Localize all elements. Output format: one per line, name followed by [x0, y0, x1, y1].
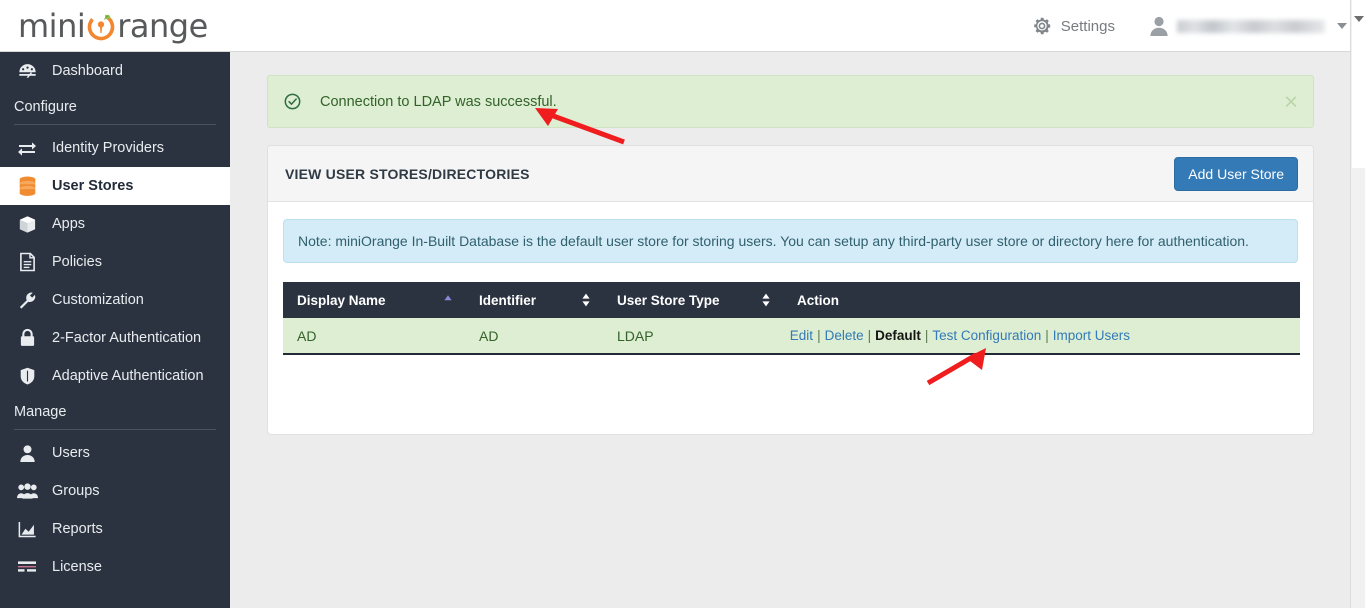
scrollbar-thumb[interactable] [1352, 0, 1365, 168]
sidebar-item-license[interactable]: License [0, 548, 230, 586]
sidebar-item-reports[interactable]: Reports [0, 510, 230, 548]
edit-link[interactable]: Edit [790, 328, 813, 343]
settings-button[interactable]: Settings [1032, 16, 1115, 36]
column-label: User Store Type [617, 293, 720, 308]
action-separator: | [817, 328, 821, 343]
sidebar-item-label: Groups [52, 483, 100, 499]
sidebar-item-groups[interactable]: Groups [0, 472, 230, 510]
sidebar-item-label: Adaptive Authentication [52, 368, 204, 384]
sidebar-section-label: Manage [14, 404, 66, 420]
sort-both-icon[interactable] [581, 293, 591, 307]
column-label: Display Name [297, 293, 386, 308]
sidebar-item-label: Users [52, 445, 90, 461]
user-icon [14, 444, 40, 463]
page-scrollbar[interactable] [1350, 0, 1365, 608]
success-alert-message: Connection to LDAP was successful. [320, 94, 557, 110]
row-action-links: Edit | Delete | Default | Test Configura… [797, 328, 1300, 343]
top-header-bar: mini range Settings [0, 0, 1365, 52]
page-title: VIEW USER STORES/DIRECTORIES [285, 166, 530, 182]
sidebar-section-manage: Manage [0, 395, 230, 429]
document-icon [14, 252, 40, 272]
sidebar-item-label: Dashboard [52, 63, 123, 79]
shield-icon [14, 366, 40, 386]
database-icon [14, 176, 40, 197]
cell-identifier: AD [465, 318, 603, 354]
action-separator: | [868, 328, 872, 343]
sidebar-divider-configure [14, 124, 216, 125]
sidebar-item-policies[interactable]: Policies [0, 243, 230, 281]
table-row: AD AD LDAP Edit | Delete | Default | [283, 318, 1300, 354]
test-configuration-link[interactable]: Test Configuration [932, 328, 1041, 343]
sidebar-item-users[interactable]: Users [0, 434, 230, 472]
sidebar-divider-manage [14, 429, 216, 430]
action-separator: | [1045, 328, 1049, 343]
users-group-icon [14, 482, 40, 500]
default-label: Default [875, 328, 921, 343]
main-content-area: Connection to LDAP was successful. × VIE… [230, 52, 1365, 608]
gear-icon [1032, 16, 1052, 36]
license-card-icon [14, 560, 40, 575]
dashboard-icon [14, 62, 40, 81]
sidebar-item-label: Reports [52, 521, 103, 537]
column-label: Identifier [479, 293, 536, 308]
cell-actions: Edit | Delete | Default | Test Configura… [783, 318, 1300, 354]
sidebar-item-adaptive-authentication[interactable]: Adaptive Authentication [0, 357, 230, 395]
column-header-display-name[interactable]: Display Name [283, 282, 465, 318]
wrench-icon [14, 291, 40, 310]
info-note: Note: miniOrange In-Built Database is th… [283, 219, 1298, 263]
lock-icon [14, 328, 40, 348]
sidebar-item-label: Customization [52, 292, 144, 308]
panel-header: VIEW USER STORES/DIRECTORIES Add User St… [268, 146, 1313, 202]
chevron-down-icon[interactable] [1337, 23, 1347, 29]
sort-both-icon[interactable] [761, 293, 771, 307]
sidebar-item-apps[interactable]: Apps [0, 205, 230, 243]
cube-box-icon [14, 215, 40, 234]
chart-icon [14, 521, 40, 538]
logo-text-mini: mini [18, 7, 85, 45]
add-user-store-button[interactable]: Add User Store [1174, 157, 1298, 191]
sidebar-item-2-factor-authentication[interactable]: 2-Factor Authentication [0, 319, 230, 357]
orange-keyhole-icon [86, 11, 116, 41]
sidebar-item-label: License [52, 559, 102, 575]
sidebar-item-identity-providers[interactable]: Identity Providers [0, 129, 230, 167]
column-header-user-store-type[interactable]: User Store Type [603, 282, 783, 318]
header-right-cluster: Settings [1032, 0, 1347, 52]
sidebar-item-label: Identity Providers [52, 140, 164, 156]
user-account-menu[interactable] [1149, 15, 1347, 37]
sidebar-item-label: Apps [52, 216, 85, 232]
delete-link[interactable]: Delete [825, 328, 864, 343]
column-header-identifier[interactable]: Identifier [465, 282, 603, 318]
success-alert: Connection to LDAP was successful. × [267, 75, 1314, 128]
column-header-action: Action [783, 282, 1300, 318]
sidebar-section-configure: Configure [0, 90, 230, 124]
column-label: Action [797, 293, 839, 308]
settings-label: Settings [1061, 18, 1115, 35]
cell-display-name: AD [283, 318, 465, 354]
sort-ascending-icon[interactable] [443, 293, 453, 307]
scroll-up-arrow-icon[interactable] [1354, 16, 1364, 22]
miniorange-logo[interactable]: mini range [18, 6, 208, 46]
sidebar-item-user-stores[interactable]: User Stores [0, 167, 230, 205]
panel-body: Note: miniOrange In-Built Database is th… [268, 202, 1313, 355]
sidebar-item-label: Policies [52, 254, 102, 270]
user-avatar-icon [1149, 15, 1169, 37]
check-circle-icon [284, 93, 301, 110]
cell-user-store-type: LDAP [603, 318, 783, 354]
table-header-row: Display Name Identifier [283, 282, 1300, 318]
user-email-label [1177, 20, 1325, 33]
user-stores-table: Display Name Identifier [283, 282, 1300, 355]
user-stores-panel: VIEW USER STORES/DIRECTORIES Add User St… [267, 145, 1314, 435]
logo-text-range: range [117, 7, 208, 45]
sidebar-nav: Dashboard Configure Identity Providers [0, 52, 230, 608]
import-users-link[interactable]: Import Users [1053, 328, 1130, 343]
sidebar-section-label: Configure [14, 99, 77, 115]
sidebar-item-dashboard[interactable]: Dashboard [0, 52, 230, 90]
action-separator: | [925, 328, 929, 343]
close-icon[interactable]: × [1283, 92, 1299, 111]
exchange-arrows-icon [14, 140, 40, 156]
sidebar-item-label: User Stores [52, 178, 133, 194]
sidebar-item-label: 2-Factor Authentication [52, 330, 201, 346]
sidebar-item-customization[interactable]: Customization [0, 281, 230, 319]
